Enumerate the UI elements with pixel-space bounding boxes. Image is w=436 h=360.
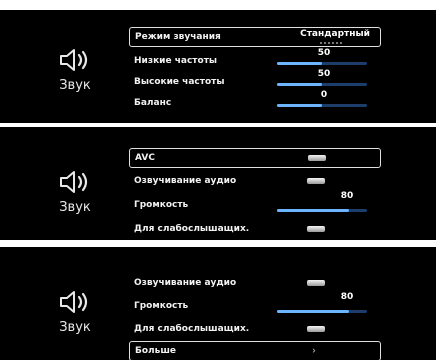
treble-value: 50: [317, 69, 331, 79]
hearing-impaired-label: Для слабослышащих.: [134, 324, 250, 334]
bass-value: 50: [317, 48, 331, 58]
balance-value: 0: [320, 90, 328, 100]
sound-category: Звук: [40, 48, 110, 93]
treble-slider[interactable]: [277, 83, 367, 86]
volume-label: Громкость: [134, 200, 189, 210]
audio-description-item[interactable]: Озвучивание аудио: [129, 171, 381, 191]
sound-settings-panel-2: Звук AVC Озвучивание аудио Громкость 80 …: [0, 127, 436, 240]
bass-slider[interactable]: [277, 62, 367, 65]
sound-title: Звук: [59, 320, 91, 335]
avc-label: AVC: [135, 153, 155, 163]
volume-label: Громкость: [134, 301, 189, 311]
balance-slider-fill: [277, 104, 322, 107]
chevron-right-icon: ›: [312, 345, 316, 357]
volume-item[interactable]: Громкость 80: [129, 191, 381, 215]
hearing-impaired-label: Для слабослышащих.: [134, 224, 250, 234]
sound-category: Звук: [40, 170, 110, 215]
sound-mode-value: Стандартный: [300, 29, 370, 39]
treble-slider-fill: [277, 83, 322, 86]
audio-description-label: Озвучивание аудио: [134, 278, 237, 288]
balance-slider[interactable]: [277, 104, 367, 107]
sound-mode-item[interactable]: Режим звучания Стандартный: [129, 27, 381, 47]
sound-settings-panel-1: Звук Режим звучания Стандартный Низкие ч…: [0, 10, 436, 123]
more-item[interactable]: Больше ›: [129, 341, 381, 360]
volume-value: 80: [340, 292, 354, 302]
volume-item[interactable]: Громкость 80: [129, 292, 381, 316]
bass-item[interactable]: Низкие частоты 50: [129, 48, 381, 69]
bass-label: Низкие частоты: [134, 56, 218, 66]
audio-description-toggle[interactable]: [307, 280, 325, 286]
hearing-impaired-item[interactable]: Для слабослышащих.: [129, 319, 381, 339]
bass-slider-fill: [277, 62, 322, 65]
hearing-impaired-item[interactable]: Для слабослышащих.: [129, 219, 381, 239]
sound-settings-panel-3: Звук Озвучивание аудио Громкость 80 Для …: [0, 247, 436, 360]
volume-slider-fill: [277, 310, 349, 313]
balance-label: Баланс: [134, 98, 172, 108]
volume-slider-fill: [277, 209, 349, 212]
sound-category: Звук: [40, 290, 110, 335]
speaker-volume-icon: [60, 171, 88, 193]
audio-description-item[interactable]: Озвучивание аудио: [129, 273, 381, 293]
speaker-volume-icon: [60, 291, 88, 313]
volume-slider[interactable]: [277, 310, 367, 313]
treble-item[interactable]: Высокие частоты 50: [129, 69, 381, 90]
volume-value: 80: [340, 191, 354, 201]
treble-label: Высокие частоты: [134, 77, 225, 87]
avc-item[interactable]: AVC: [129, 148, 381, 168]
volume-slider[interactable]: [277, 209, 367, 212]
sound-title: Звук: [59, 200, 91, 215]
audio-description-toggle[interactable]: [307, 178, 325, 184]
sound-mode-label: Режим звучания: [135, 32, 221, 42]
balance-item[interactable]: Баланс 0: [129, 90, 381, 111]
hearing-impaired-toggle[interactable]: [307, 226, 325, 232]
more-label: Больше: [135, 346, 176, 356]
audio-description-label: Озвучивание аудио: [134, 176, 237, 186]
speaker-volume-icon: [60, 49, 88, 71]
option-dots-indicator: [320, 42, 342, 44]
avc-toggle[interactable]: [308, 155, 326, 161]
sound-title: Звук: [59, 78, 91, 93]
hearing-impaired-toggle[interactable]: [307, 326, 325, 332]
